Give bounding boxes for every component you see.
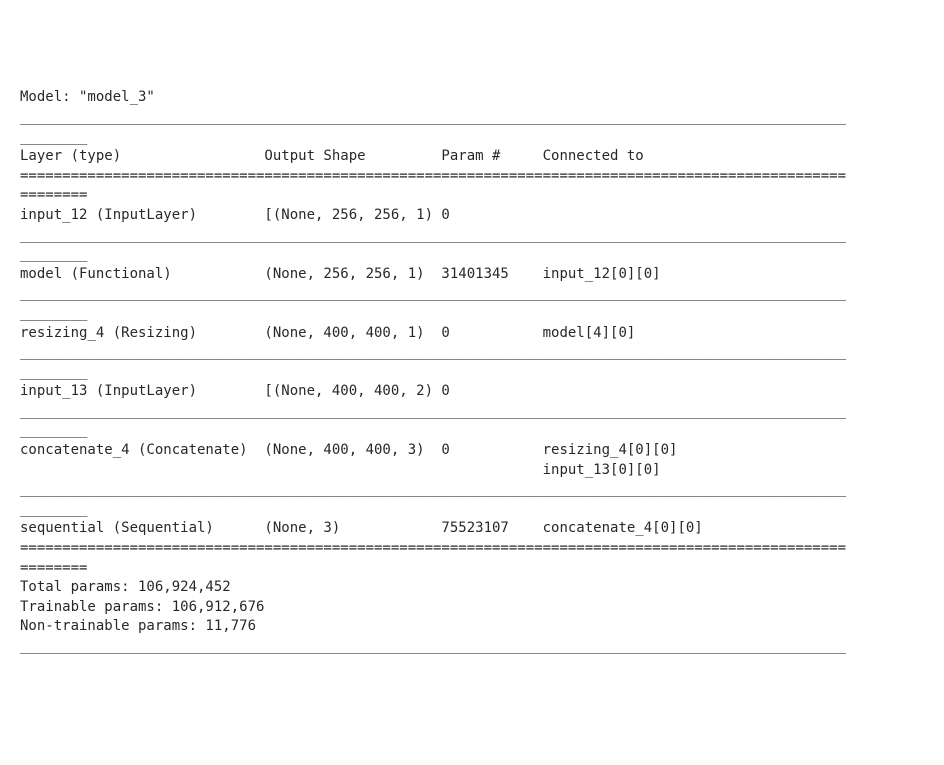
model-name-line: Model: "model_3" — [20, 89, 155, 105]
separator-equals-footer-wrap: ======== — [20, 560, 87, 576]
total-params: Total params: 106,924,452 — [20, 579, 231, 595]
header-row: Layer (type) Output Shape Param # Connec… — [20, 148, 644, 164]
separator-underscore-top: ________________________________________… — [20, 109, 846, 125]
separator-equals-header: ========================================… — [20, 168, 846, 184]
non-trainable-params: Non-trainable params: 11,776 — [20, 618, 256, 634]
separator-underscore-wrap: ________ — [20, 129, 87, 145]
trainable-params: Trainable params: 106,912,676 — [20, 599, 264, 615]
separator-underscore-bottom: ________________________________________… — [20, 638, 846, 654]
layers-body: input_12 (InputLayer) [(None, 256, 256, … — [20, 207, 846, 537]
separator-equals-footer: ========================================… — [20, 540, 846, 556]
separator-equals-wrap: ======== — [20, 187, 87, 203]
model-summary-output: Model: "model_3" _______________________… — [20, 88, 924, 656]
